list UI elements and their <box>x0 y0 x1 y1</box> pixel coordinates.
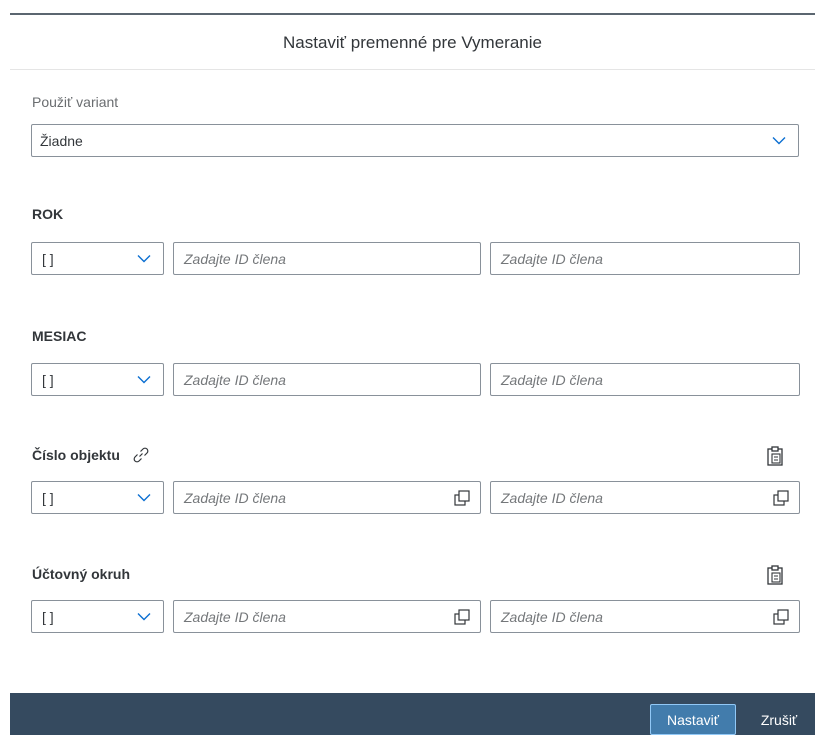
chevron-down-icon <box>137 254 151 262</box>
dialog-title: Nastaviť premenné pre Vymeranie <box>283 32 542 52</box>
member-id-to-input-uctovny-okruh[interactable]: Zadajte ID člena <box>490 600 800 633</box>
variant-label: Použiť variant <box>32 94 119 110</box>
section-label-uctovny-okruh: Účtovný okruh <box>32 566 130 582</box>
section-label-text: ROK <box>32 206 64 222</box>
variant-select[interactable]: Žiadne <box>31 124 799 157</box>
input-placeholder: Zadajte ID člena <box>501 489 603 506</box>
operator-select-uctovny-okruh[interactable]: [ ] <box>31 600 164 633</box>
input-placeholder: Zadajte ID člena <box>184 489 286 506</box>
value-help-icon[interactable] <box>454 609 470 625</box>
input-placeholder: Zadajte ID člena <box>184 250 286 267</box>
section-label-rok: ROK <box>32 206 63 222</box>
variant-value: Žiadne <box>40 132 83 149</box>
member-id-from-input-rok[interactable]: Zadajte ID člena <box>173 242 481 275</box>
section-label-text: Účtovný okruh <box>32 566 131 582</box>
section-label-mesiac: MESIAC <box>32 328 86 344</box>
chevron-down-icon <box>772 136 786 144</box>
chevron-down-icon <box>137 612 151 620</box>
chevron-down-icon <box>137 493 151 501</box>
input-placeholder: Zadajte ID člena <box>501 250 603 267</box>
input-placeholder: Zadajte ID člena <box>184 608 286 625</box>
operator-select-cislo-objektu[interactable]: [ ] <box>31 481 164 514</box>
section-label-text: Číslo objektu <box>32 447 120 463</box>
value-help-icon[interactable] <box>773 490 789 506</box>
value-help-icon[interactable] <box>454 490 470 506</box>
input-placeholder: Zadajte ID člena <box>501 608 603 625</box>
section-label-text: MESIAC <box>32 328 87 344</box>
member-id-from-input-cislo-objektu[interactable]: Zadajte ID člena <box>173 481 481 514</box>
top-divider <box>10 13 815 15</box>
member-id-from-input-mesiac[interactable]: Zadajte ID člena <box>173 363 481 396</box>
link-icon[interactable] <box>132 446 150 464</box>
dialog-header: Nastaviť premenné pre Vymeranie <box>10 16 815 70</box>
operator-select-rok[interactable]: [ ] <box>31 242 164 275</box>
input-placeholder: Zadajte ID člena <box>501 371 603 388</box>
value-help-icon[interactable] <box>773 609 789 625</box>
paste-icon[interactable] <box>766 446 784 466</box>
input-placeholder: Zadajte ID člena <box>184 371 286 388</box>
section-label-cislo-objektu: Číslo objektu <box>32 446 150 464</box>
operator-value: [ ] <box>42 608 54 625</box>
operator-value: [ ] <box>42 250 54 267</box>
set-button[interactable]: Nastaviť <box>650 704 736 735</box>
member-id-to-input-rok[interactable]: Zadajte ID člena <box>490 242 800 275</box>
operator-value: [ ] <box>42 371 54 388</box>
cancel-button[interactable]: Zrušiť <box>748 704 810 735</box>
member-id-from-input-uctovny-okruh[interactable]: Zadajte ID člena <box>173 600 481 633</box>
operator-select-mesiac[interactable]: [ ] <box>31 363 164 396</box>
member-id-to-input-mesiac[interactable]: Zadajte ID člena <box>490 363 800 396</box>
variables-dialog: Nastaviť premenné pre Vymeranie Použiť v… <box>0 0 815 735</box>
operator-value: [ ] <box>42 489 54 506</box>
paste-icon[interactable] <box>766 565 784 585</box>
chevron-down-icon <box>137 375 151 383</box>
member-id-to-input-cislo-objektu[interactable]: Zadajte ID člena <box>490 481 800 514</box>
